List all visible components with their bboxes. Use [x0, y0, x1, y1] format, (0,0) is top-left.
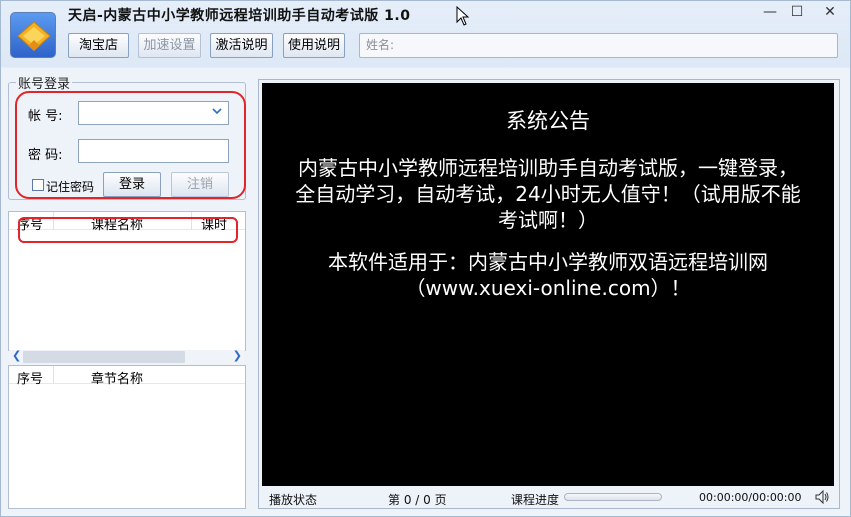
mouse-cursor-icon [456, 5, 470, 26]
close-button[interactable]: ✕ [816, 2, 844, 22]
progress-label: 课程进度 [511, 493, 560, 507]
password-label: 密 码: [28, 148, 63, 163]
scroll-left-icon[interactable]: ❮ [12, 349, 21, 362]
course-list[interactable]: 序号 课程名称 课时 [8, 211, 246, 351]
remember-password-label: 记住密码 [46, 180, 95, 194]
course-list-header: 序号 课程名称 课时 [9, 212, 245, 233]
speed-settings-button[interactable]: 加速设置 [138, 33, 201, 58]
remember-password-checkbox[interactable] [32, 179, 44, 191]
name-field-label: 姓名: [366, 38, 395, 52]
col-chapter-name[interactable]: 章节名称 [91, 368, 143, 387]
chapter-list[interactable]: 序号 章节名称 [8, 365, 246, 509]
notice-title: 系统公告 [506, 109, 590, 133]
app-logo-icon [10, 12, 56, 58]
notice-paragraph-1: 内蒙古中小学教师远程培训助手自动考试版，一键登录，全自动学习，自动考试，24小时… [295, 156, 801, 232]
col-course-index[interactable]: 序号 [17, 214, 43, 233]
password-field[interactable] [78, 139, 229, 163]
play-state-label: 播放状态 [269, 493, 318, 507]
notice-display: 系统公告 内蒙古中小学教师远程培训助手自动考试版，一键登录，全自动学习，自动考试… [262, 83, 834, 486]
scrollbar-thumb[interactable] [23, 351, 185, 363]
col-chapter-index[interactable]: 序号 [17, 368, 43, 387]
login-button[interactable]: 登录 [103, 172, 161, 197]
chapter-list-header: 序号 章节名称 [9, 366, 245, 387]
course-progress-bar [564, 493, 662, 501]
activation-help-button[interactable]: 激活说明 [210, 33, 273, 58]
column-divider [53, 212, 54, 230]
name-field: 姓名: [359, 33, 838, 58]
col-course-name[interactable]: 课程名称 [91, 214, 143, 233]
time-display: 00:00:00/00:00:00 [699, 491, 802, 504]
account-select[interactable] [78, 101, 229, 125]
column-divider [191, 212, 192, 230]
logout-button[interactable]: 注销 [171, 172, 229, 197]
login-group-title: 账号登录 [16, 73, 73, 92]
minimize-button[interactable]: — [756, 2, 784, 22]
usage-help-button[interactable]: 使用说明 [283, 33, 345, 58]
taobao-store-button[interactable]: 淘宝店 [68, 33, 129, 58]
chevron-down-icon[interactable] [212, 106, 222, 119]
notice-paragraph-2: 本软件适用于：内蒙古中小学教师双语远程培训网（www.xuexi-online.… [328, 250, 768, 300]
speaker-icon[interactable] [814, 489, 830, 508]
window-title: 天启-内蒙古中小学教师远程培训助手自动考试版 1.0 [68, 8, 411, 24]
maximize-button[interactable]: ☐ [783, 2, 811, 22]
column-divider [53, 366, 54, 384]
page-indicator: 第 0 / 0 页 [388, 493, 447, 507]
col-course-hours[interactable]: 课时 [201, 214, 227, 233]
account-label: 帐 号: [28, 109, 63, 124]
course-list-scrollbar[interactable]: ❮ ❯ [9, 349, 245, 364]
status-bar: 播放状态 第 0 / 0 页 课程进度 00:00:00/00:00:00 [262, 488, 834, 508]
scroll-right-icon[interactable]: ❯ [233, 349, 242, 362]
